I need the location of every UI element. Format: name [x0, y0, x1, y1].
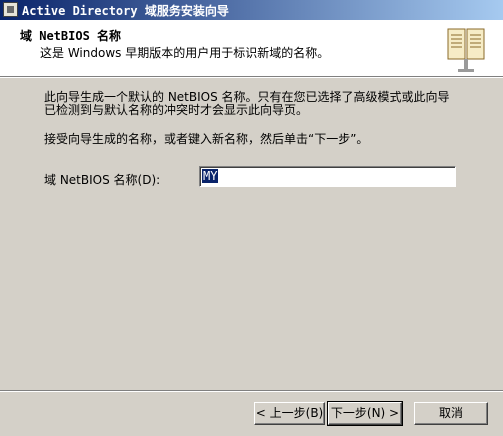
back-button[interactable]: < 上一步(B) — [254, 402, 325, 425]
window-title: Active Directory 域服务安装向导 — [22, 4, 229, 18]
netbios-name-input[interactable] — [199, 166, 456, 187]
description-line-2: 已检测到与默认名称的冲突时才会显示此向导页。 — [44, 103, 309, 117]
wizard-header: 域 NetBIOS 名称 这是 Windows 早期版本的用户用于标识新域的名称… — [0, 20, 503, 76]
next-button[interactable]: 下一步(N) > — [327, 401, 403, 426]
netbios-name-label: 域 NetBIOS 名称(D): — [44, 173, 161, 187]
netbios-name-selection: MY — [202, 169, 219, 183]
page-subtitle: 这是 Windows 早期版本的用户用于标识新域的名称。 — [40, 46, 330, 60]
server-icon[interactable] — [3, 2, 18, 17]
title-bar[interactable]: Active Directory 域服务安装向导 — [0, 0, 503, 20]
cancel-button[interactable]: 取消 — [414, 402, 488, 425]
book-icon — [447, 28, 485, 72]
page-title: 域 NetBIOS 名称 — [20, 29, 122, 43]
instruction-text: 接受向导生成的名称，或者键入新名称，然后单击“下一步”。 — [44, 132, 369, 146]
